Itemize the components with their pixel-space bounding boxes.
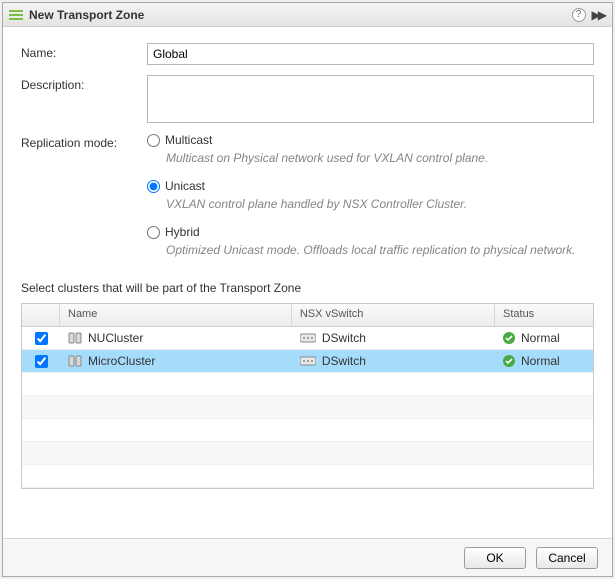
table-row-empty	[22, 419, 593, 442]
transport-zone-icon	[9, 8, 23, 22]
vswitch-icon	[300, 332, 316, 344]
hybrid-radio[interactable]	[147, 226, 160, 239]
hybrid-label: Hybrid	[165, 225, 200, 239]
clusters-table-body: NUCluster DSwitch Normal	[22, 327, 593, 488]
row-checkbox[interactable]	[35, 332, 48, 345]
ok-button[interactable]: OK	[464, 547, 526, 569]
replication-row: Replication mode: Multicast Multicast on…	[21, 133, 594, 271]
titlebar: New Transport Zone ? ▶▶	[3, 3, 612, 27]
description-input[interactable]	[147, 75, 594, 123]
clusters-table: Name NSX vSwitch Status NUCluster	[21, 303, 594, 489]
cluster-name: NUCluster	[88, 331, 143, 345]
cluster-icon	[68, 331, 82, 345]
col-header-switch[interactable]: NSX vSwitch	[292, 304, 495, 326]
status-text: Normal	[521, 354, 560, 368]
expand-icon[interactable]: ▶▶	[592, 8, 606, 22]
multicast-label: Multicast	[165, 133, 212, 147]
table-row[interactable]: MicroCluster DSwitch Normal	[22, 350, 593, 373]
description-label: Description:	[21, 75, 147, 92]
table-row-empty	[22, 396, 593, 419]
hybrid-description: Optimized Unicast mode. Offloads local t…	[166, 243, 594, 257]
status-text: Normal	[521, 331, 560, 345]
replication-label: Replication mode:	[21, 133, 147, 150]
clusters-table-header: Name NSX vSwitch Status	[22, 304, 593, 327]
switch-name: DSwitch	[322, 331, 366, 345]
table-row-empty	[22, 465, 593, 488]
description-row: Description:	[21, 75, 594, 123]
dialog-content: Name: Description: Replication mode: Mul…	[3, 27, 612, 538]
dialog-footer: OK Cancel	[3, 538, 612, 576]
multicast-radio[interactable]	[147, 134, 160, 147]
replication-option-multicast[interactable]: Multicast	[147, 133, 594, 147]
multicast-description: Multicast on Physical network used for V…	[166, 151, 594, 165]
unicast-radio[interactable]	[147, 180, 160, 193]
dialog-window: New Transport Zone ? ▶▶ Name: Descriptio…	[2, 2, 613, 577]
window-title: New Transport Zone	[29, 8, 566, 22]
unicast-description: VXLAN control plane handled by NSX Contr…	[166, 197, 594, 211]
row-checkbox[interactable]	[35, 355, 48, 368]
switch-name: DSwitch	[322, 354, 366, 368]
status-ok-icon	[503, 332, 515, 344]
help-icon[interactable]: ?	[572, 8, 586, 22]
unicast-label: Unicast	[165, 179, 205, 193]
cancel-button[interactable]: Cancel	[536, 547, 598, 569]
status-ok-icon	[503, 355, 515, 367]
table-row-empty	[22, 442, 593, 465]
table-row[interactable]: NUCluster DSwitch Normal	[22, 327, 593, 350]
replication-option-hybrid[interactable]: Hybrid	[147, 225, 594, 239]
clusters-caption: Select clusters that will be part of the…	[21, 281, 594, 295]
vswitch-icon	[300, 355, 316, 367]
col-header-status[interactable]: Status	[495, 304, 593, 326]
name-input[interactable]	[147, 43, 594, 65]
cluster-icon	[68, 354, 82, 368]
col-header-name[interactable]: Name	[60, 304, 292, 326]
replication-mode-group: Multicast Multicast on Physical network …	[147, 133, 594, 271]
name-label: Name:	[21, 43, 147, 60]
table-row-empty	[22, 373, 593, 396]
name-row: Name:	[21, 43, 594, 65]
cluster-name: MicroCluster	[88, 354, 155, 368]
replication-option-unicast[interactable]: Unicast	[147, 179, 594, 193]
col-header-check	[22, 304, 60, 326]
